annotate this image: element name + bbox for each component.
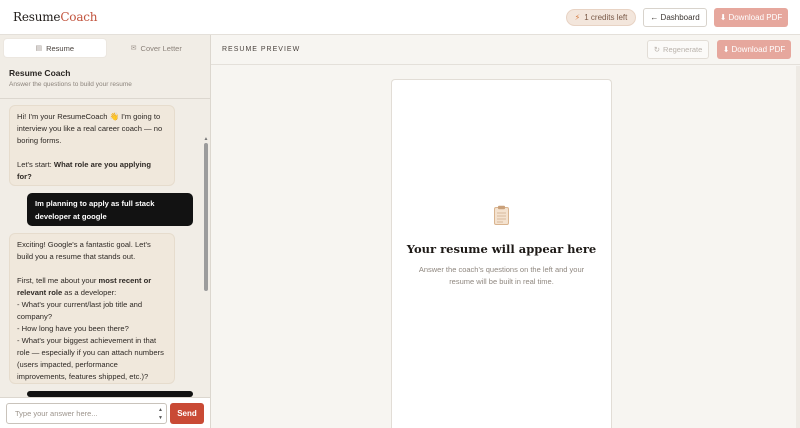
bolt-icon: ⚡ <box>574 13 581 22</box>
tab-resume[interactable]: ▤ Resume <box>4 39 106 57</box>
coach-message: Hi! I'm your ResumeCoach 👋 I'm going to … <box>9 105 175 186</box>
credits-badge: ⚡ 1 credits left <box>566 9 636 26</box>
clipboard-icon <box>494 205 509 225</box>
regenerate-button[interactable]: ↻ Regenerate <box>647 40 709 59</box>
answer-bar: ▲▼ Send <box>0 397 210 428</box>
download-pdf-button-top[interactable]: ⬇ Download PDF <box>714 8 788 27</box>
coach-panel: ▤ Resume ✉ Cover Letter Resume Coach Ans… <box>0 35 211 428</box>
download-icon: ⬇ <box>719 13 727 22</box>
send-button[interactable]: Send <box>170 403 204 424</box>
user-message: Im planning to apply as full stack devel… <box>27 193 193 226</box>
preview-scrollbar[interactable] <box>796 66 800 428</box>
input-spinner-icon[interactable]: ▲ ▼ <box>157 406 164 422</box>
app-logo[interactable]: ResumeCoach <box>13 10 98 24</box>
empty-state-subtitle: Answer the coach's questions on the left… <box>418 265 585 286</box>
download-icon: ⬇ <box>722 45 730 54</box>
preview-header: RESUME PREVIEW ↻ Regenerate ⬇ Download P… <box>211 35 800 65</box>
scroll-up-arrow-icon[interactable]: ▲ <box>203 136 209 142</box>
preview-section-label: RESUME PREVIEW <box>222 46 301 53</box>
download-pdf-button[interactable]: ⬇ Download PDF <box>717 40 791 59</box>
tab-bar: ▤ Resume ✉ Cover Letter <box>4 39 207 57</box>
coach-message: Exciting! Google's a fantastic goal. Let… <box>9 233 175 384</box>
resume-paper: Your resume will appear here Answer the … <box>391 79 612 428</box>
chat-thread[interactable]: Hi! I'm your ResumeCoach 👋 I'm going to … <box>0 100 202 428</box>
credits-label: 1 credits left <box>584 13 628 22</box>
tab-cover-letter[interactable]: ✉ Cover Letter <box>106 39 208 57</box>
coach-header: Resume Coach Answer the questions to bui… <box>0 62 210 99</box>
scroll-thumb[interactable] <box>204 143 208 291</box>
top-bar: ResumeCoach ⚡ 1 credits left ← Dashboard… <box>0 0 800 35</box>
dashboard-button[interactable]: ← Dashboard <box>643 8 707 27</box>
answer-input[interactable] <box>6 403 167 424</box>
coach-title: Resume Coach <box>9 68 71 78</box>
coach-subtitle: Answer the questions to build your resum… <box>9 81 132 88</box>
preview-stage: Your resume will appear here Answer the … <box>211 66 800 428</box>
chat-scrollbar[interactable]: ▲ ▼ <box>203 136 209 428</box>
document-icon: ▤ <box>35 45 43 52</box>
envelope-icon: ✉ <box>130 45 137 52</box>
empty-state-title: Your resume will appear here <box>406 242 597 256</box>
refresh-icon: ↻ <box>653 45 661 54</box>
